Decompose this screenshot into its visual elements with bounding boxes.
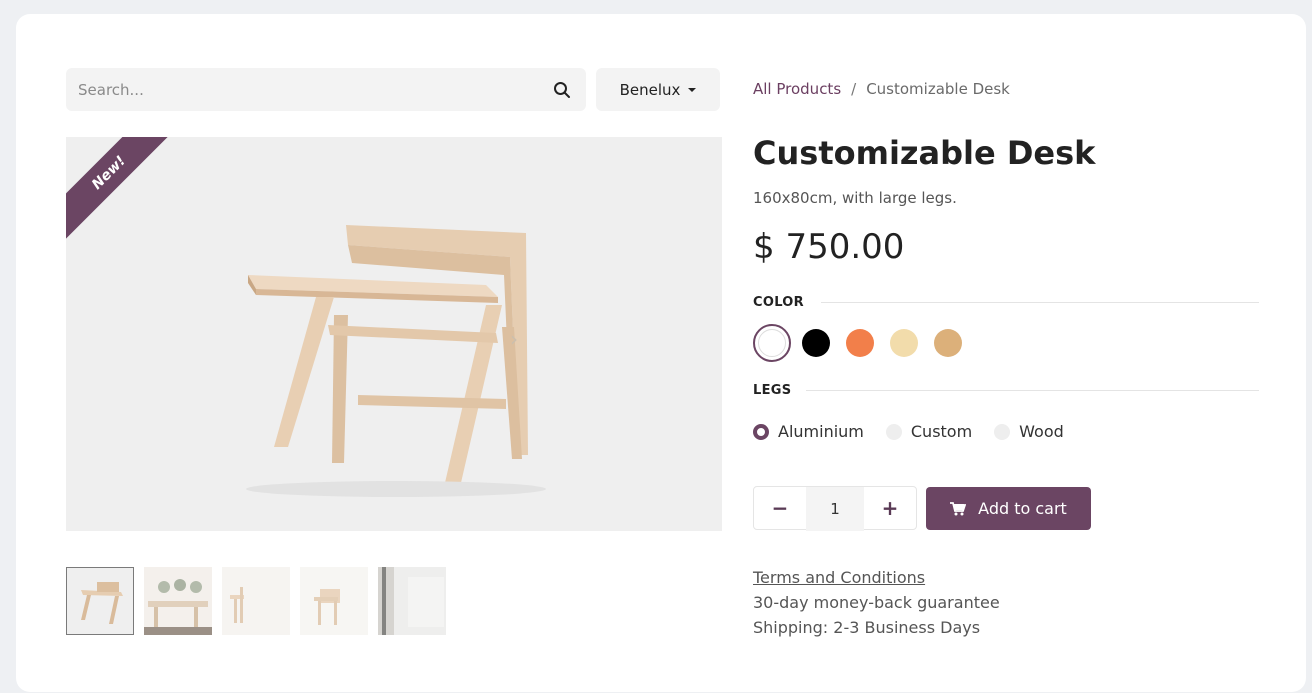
- swatch-black-fill: [802, 329, 830, 357]
- product-page: Benelux All Products / Customizable Desk…: [16, 14, 1306, 692]
- terms-link[interactable]: Terms and Conditions: [753, 568, 925, 587]
- product-price: $ 750.00: [753, 227, 905, 267]
- chevron-down-icon: [688, 87, 697, 92]
- legs-option-label: Aluminium: [778, 422, 864, 441]
- breadcrumb-separator: /: [851, 80, 857, 98]
- increase-quantity-button[interactable]: +: [864, 487, 916, 529]
- search-input[interactable]: [66, 68, 526, 111]
- color-divider: [821, 302, 1259, 303]
- thumbnail-desk-side[interactable]: [222, 567, 290, 635]
- guarantee-text: 30-day money-back guarantee: [753, 593, 1000, 612]
- color-attribute-label: COLOR: [753, 295, 804, 310]
- desk-front-thumbnail-image: [300, 567, 368, 635]
- thumbnail-room[interactable]: [378, 567, 446, 635]
- product-subtitle: 160x80cm, with large legs.: [753, 189, 957, 207]
- cart-icon: [950, 501, 967, 515]
- swatch-white-fill: [758, 329, 786, 357]
- search-bar: [66, 68, 586, 111]
- office-thumbnail-image: [144, 567, 212, 635]
- color-swatch-tan[interactable]: [929, 324, 967, 362]
- color-swatch-black[interactable]: [797, 324, 835, 362]
- shipping-text: Shipping: 2-3 Business Days: [753, 618, 981, 637]
- swatch-beige-fill: [890, 329, 918, 357]
- quantity-stepper: − +: [753, 486, 917, 531]
- legs-divider: [806, 390, 1259, 391]
- region-dropdown[interactable]: Benelux: [596, 68, 720, 111]
- swatch-tan-fill: [934, 329, 962, 357]
- product-main-image[interactable]: New! ›: [66, 137, 722, 531]
- color-swatches: [753, 324, 967, 362]
- chevron-right-icon[interactable]: ›: [510, 327, 518, 351]
- search-button[interactable]: [546, 74, 578, 106]
- color-swatch-beige[interactable]: [885, 324, 923, 362]
- legs-option-label: Wood: [1019, 422, 1064, 441]
- legs-option-aluminium[interactable]: Aluminium: [753, 422, 864, 441]
- radio-aluminium[interactable]: [753, 423, 769, 440]
- thumbnail-desk-front[interactable]: [300, 567, 368, 635]
- legs-option-wood[interactable]: Wood: [994, 422, 1064, 441]
- breadcrumb: All Products / Customizable Desk: [753, 80, 1010, 98]
- quantity-input[interactable]: [806, 487, 864, 531]
- breadcrumb-current: Customizable Desk: [866, 80, 1010, 98]
- color-swatch-orange[interactable]: [841, 324, 879, 362]
- region-label: Benelux: [619, 80, 681, 99]
- add-to-cart-button[interactable]: Add to cart: [926, 487, 1091, 530]
- thumbnail-office[interactable]: [144, 567, 212, 635]
- radio-custom[interactable]: [885, 423, 902, 440]
- product-title: Customizable Desk: [753, 134, 1096, 172]
- swatch-orange-fill: [846, 329, 874, 357]
- legs-option-label: Custom: [910, 422, 973, 441]
- breadcrumb-all-products[interactable]: All Products: [753, 80, 841, 98]
- add-to-cart-label: Add to cart: [978, 499, 1067, 518]
- search-icon: [554, 82, 570, 98]
- radio-wood[interactable]: [994, 423, 1011, 440]
- desk-thumbnail-image: [67, 568, 133, 634]
- legs-attribute-label: LEGS: [753, 383, 792, 398]
- desk-illustration: [246, 225, 546, 497]
- room-thumbnail-image: [378, 567, 446, 635]
- thumbnail-strip: [66, 567, 446, 635]
- color-swatch-white[interactable]: [753, 324, 791, 362]
- legs-options: Aluminium Custom Wood: [753, 422, 1086, 441]
- legs-option-custom[interactable]: Custom: [885, 422, 973, 441]
- thumbnail-desk[interactable]: [66, 567, 134, 635]
- decrease-quantity-button[interactable]: −: [754, 487, 806, 529]
- desk-side-thumbnail-image: [222, 567, 290, 635]
